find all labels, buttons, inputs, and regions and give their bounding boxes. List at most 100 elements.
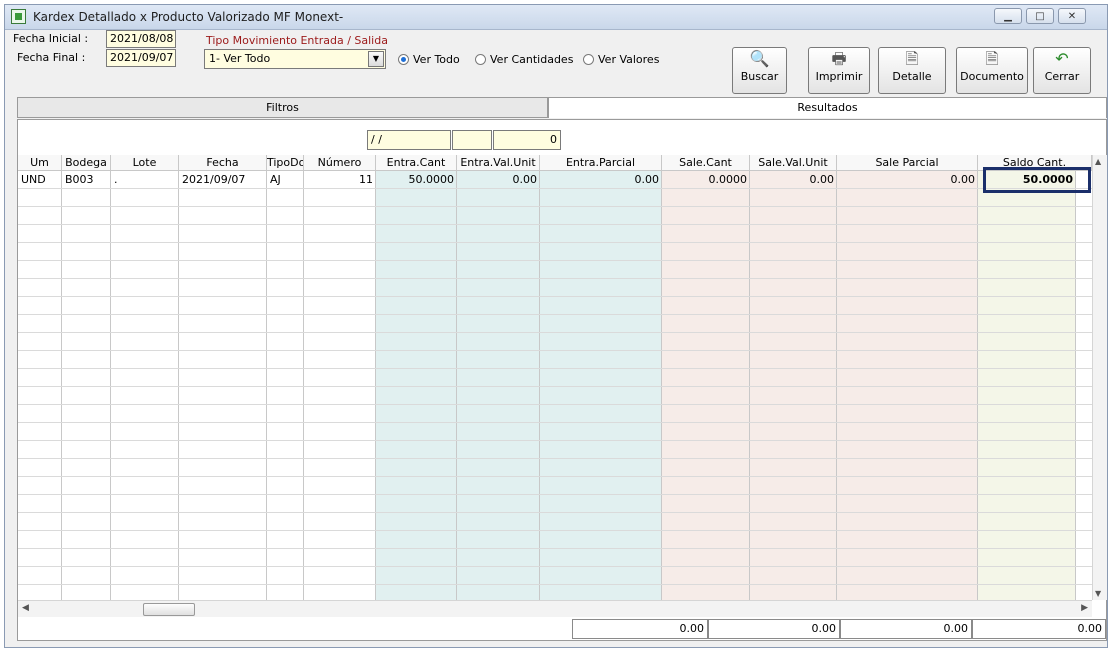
cell-bodega: B003 — [65, 173, 94, 186]
scroll-up-icon[interactable]: ▲ — [1095, 157, 1101, 166]
grid-row-line — [18, 278, 1092, 279]
column-header[interactable]: Entra.Val.Unit — [457, 155, 540, 171]
column-header[interactable]: Bodega — [62, 155, 111, 171]
filter-count-input[interactable]: 0 — [493, 130, 561, 150]
document-icon: 🗎 — [985, 49, 999, 68]
radio-ver-cantidades-label: Ver Cantidades — [490, 53, 574, 66]
column-header[interactable]: Entra.Cant — [376, 155, 457, 171]
column-header[interactable]: Lote — [111, 155, 179, 171]
cell-tipodoc: AJ — [270, 173, 281, 186]
chevron-down-icon[interactable]: ▼ — [368, 51, 384, 67]
total-saldo-cant: 0.00 — [972, 619, 1106, 639]
grid-row-line — [18, 386, 1092, 387]
grid-row-line — [18, 242, 1092, 243]
cell-sale-val-unit: 0.00 — [809, 173, 835, 186]
total-sale-cant: 0.00 — [708, 619, 840, 639]
radio-ver-valores[interactable]: Ver Valores — [583, 53, 659, 66]
column-header[interactable]: Sale.Val.Unit — [750, 155, 837, 171]
buscar-label: Buscar — [740, 70, 779, 83]
column-header[interactable]: Um — [18, 155, 62, 171]
minimize-button[interactable]: ▁ — [994, 8, 1022, 24]
title-bar: Kardex Detallado x Producto Valorizado M… — [5, 5, 1107, 30]
tab-strip: Filtros Resultados — [17, 97, 1107, 119]
cerrar-button[interactable]: ↶ Cerrar — [1033, 47, 1091, 94]
close-window-button[interactable]: ✕ — [1058, 8, 1086, 24]
fecha-final-label: Fecha Final : — [17, 51, 86, 64]
grid-row-line — [18, 548, 1092, 549]
radio-ver-todo[interactable]: Ver Todo — [398, 53, 460, 66]
detalle-label: Detalle — [892, 70, 932, 83]
filter-date-input[interactable]: / / — [367, 130, 451, 150]
imprimir-button[interactable]: 🖶 Imprimir — [808, 47, 870, 94]
tab-filtros[interactable]: Filtros — [17, 97, 548, 118]
undo-icon: ↶ — [1055, 49, 1069, 68]
grid-row-line — [18, 332, 1092, 333]
kardex-window: Kardex Detallado x Producto Valorizado M… — [4, 4, 1108, 648]
grid-row-line — [18, 494, 1092, 495]
close-icon: ✕ — [1067, 10, 1077, 22]
cerrar-label: Cerrar — [1044, 70, 1080, 83]
grid-row-line — [18, 530, 1092, 531]
detalle-button[interactable]: 🗎 Detalle — [878, 47, 946, 94]
cell-entra-val-unit: 0.00 — [512, 173, 538, 186]
cell-entra-cant: 50.0000 — [408, 173, 455, 186]
documento-label: Documento — [960, 70, 1024, 83]
scroll-down-icon[interactable]: ▼ — [1095, 589, 1101, 598]
grid-row-line — [18, 476, 1092, 477]
radio-unselected-icon — [475, 54, 486, 65]
fecha-inicial-input[interactable]: 2021/08/08 — [106, 30, 176, 48]
cell-numero: 11 — [359, 173, 373, 186]
radio-ver-cantidades[interactable]: Ver Cantidades — [475, 53, 573, 66]
grid-row-line — [18, 440, 1092, 441]
imprimir-label: Imprimir — [815, 70, 863, 83]
grid-row-line — [18, 224, 1092, 225]
results-table: Um Bodega Lote Fecha TipoDoc Número Entr… — [18, 155, 1092, 600]
total-entra-parcial: 0.00 — [572, 619, 708, 639]
documento-button[interactable]: 🗎 Documento — [956, 47, 1028, 94]
search-icon: 🔍 — [749, 49, 770, 68]
grid-row-line — [18, 296, 1092, 297]
horizontal-scrollbar[interactable]: ◀ ▶ — [18, 600, 1092, 617]
total-sale-parcial: 0.00 — [840, 619, 972, 639]
maximize-button[interactable]: □ — [1026, 8, 1054, 24]
scroll-thumb[interactable] — [143, 603, 195, 616]
detail-icon: 🗎 — [905, 49, 919, 68]
column-header[interactable]: Sale.Cant — [662, 155, 750, 171]
cell-entra-parcial: 0.00 — [634, 173, 660, 186]
cell-fecha: 2021/09/07 — [182, 173, 246, 186]
minimize-icon: ▁ — [1004, 10, 1012, 22]
radio-ver-todo-label: Ver Todo — [413, 53, 460, 66]
grid-row-line — [18, 368, 1092, 369]
tipo-movimiento-select[interactable]: 1- Ver Todo ▼ — [204, 49, 386, 69]
tipo-movimiento-label: Tipo Movimiento Entrada / Salida — [206, 34, 388, 47]
tab-resultados[interactable]: Resultados — [548, 97, 1107, 118]
grid-row-line — [18, 314, 1092, 315]
results-panel: / / 0 Um Bodega Lote Fecha TipoDoc — [17, 119, 1107, 641]
cell-sale-parcial: 0.00 — [950, 173, 976, 186]
grid-row-line — [18, 350, 1092, 351]
column-header[interactable]: TipoDoc — [267, 155, 304, 171]
column-header[interactable]: Sale Parcial — [837, 155, 978, 171]
grid-row-line — [18, 584, 1092, 585]
vertical-scrollbar[interactable]: ▲ ▼ — [1092, 155, 1107, 600]
cell-um: UND — [21, 173, 46, 186]
app-icon — [11, 9, 26, 24]
fecha-final-input[interactable]: 2021/09/07 — [106, 49, 176, 67]
grid-row-line — [18, 404, 1092, 405]
fecha-inicial-label: Fecha Inicial : — [13, 32, 89, 45]
printer-icon: 🖶 — [831, 49, 847, 68]
column-header[interactable]: Entra.Parcial — [540, 155, 662, 171]
grid-row-line — [18, 422, 1092, 423]
cell-lote: . — [114, 173, 118, 186]
grid-row-line — [18, 512, 1092, 513]
scroll-right-icon[interactable]: ▶ — [1081, 603, 1088, 613]
grid-row-line — [18, 206, 1092, 207]
scroll-left-icon[interactable]: ◀ — [22, 603, 29, 613]
buscar-button[interactable]: 🔍 Buscar — [732, 47, 787, 94]
grid-row-line — [18, 458, 1092, 459]
window-title: Kardex Detallado x Producto Valorizado M… — [33, 10, 344, 24]
grid-row-line — [18, 188, 1092, 189]
column-header[interactable]: Número — [304, 155, 376, 171]
filter-blank-input[interactable] — [452, 130, 492, 150]
column-header[interactable]: Fecha — [179, 155, 267, 171]
